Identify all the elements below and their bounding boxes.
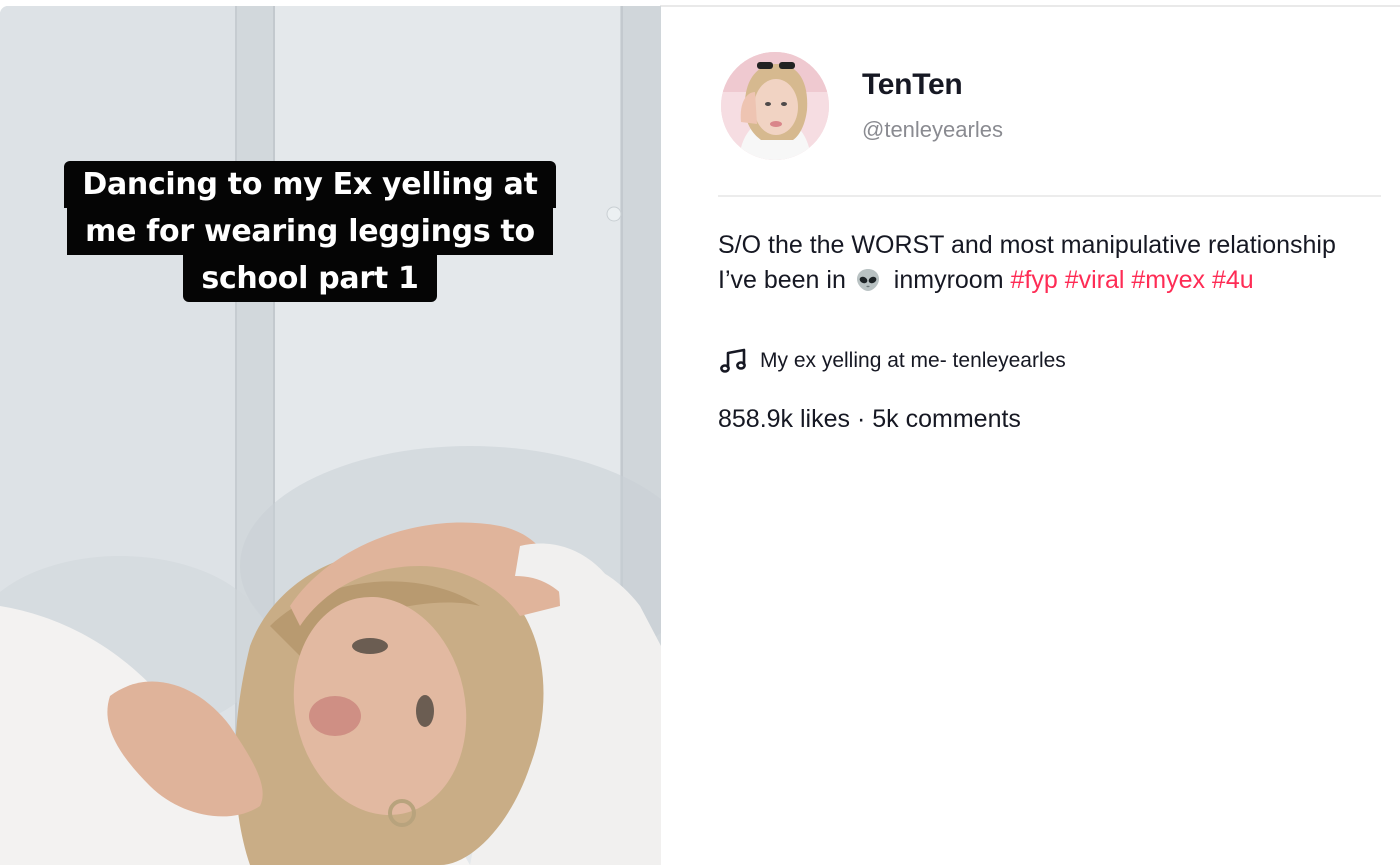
- caption-line: school part 1: [183, 255, 437, 302]
- likes-count: 858.9k likes: [718, 405, 851, 433]
- stats-separator: ·: [856, 405, 866, 433]
- hashtag-link[interactable]: #myex: [1131, 266, 1205, 294]
- video-frame: [0, 6, 661, 865]
- hashtag-link[interactable]: #viral: [1065, 266, 1125, 294]
- divider: [718, 195, 1381, 197]
- music-title: My ex yelling at me- tenleyearles: [760, 349, 1066, 372]
- music-note-icon: [718, 346, 748, 376]
- comments-count: 5k comments: [872, 405, 1021, 433]
- hashtag-link[interactable]: #4u: [1212, 266, 1254, 294]
- alien-emoji-icon: [855, 267, 881, 293]
- caption-line: me for wearing leggings to: [67, 208, 553, 255]
- description-text-after: inmyroom: [893, 266, 1004, 294]
- author-avatar[interactable]: [721, 52, 829, 160]
- video-stats: 858.9k likes · 5k comments: [718, 405, 1021, 434]
- caption-line: Dancing to my Ex yelling at: [64, 161, 556, 208]
- author-display-name[interactable]: TenTen: [862, 68, 963, 102]
- author-username[interactable]: @tenleyearles: [862, 117, 1003, 143]
- video-description: S/O the the WORST and most manipulative …: [718, 228, 1378, 298]
- profile-photo: [721, 52, 829, 160]
- tiktok-video-page: Dancing to my Ex yelling at me for weari…: [0, 0, 1400, 865]
- music-link[interactable]: My ex yelling at me- tenleyearles: [718, 346, 1066, 376]
- top-border: [660, 5, 1400, 7]
- video-player[interactable]: Dancing to my Ex yelling at me for weari…: [0, 6, 661, 865]
- video-caption: Dancing to my Ex yelling at me for weari…: [0, 161, 620, 302]
- hashtag-link[interactable]: #fyp: [1010, 266, 1057, 294]
